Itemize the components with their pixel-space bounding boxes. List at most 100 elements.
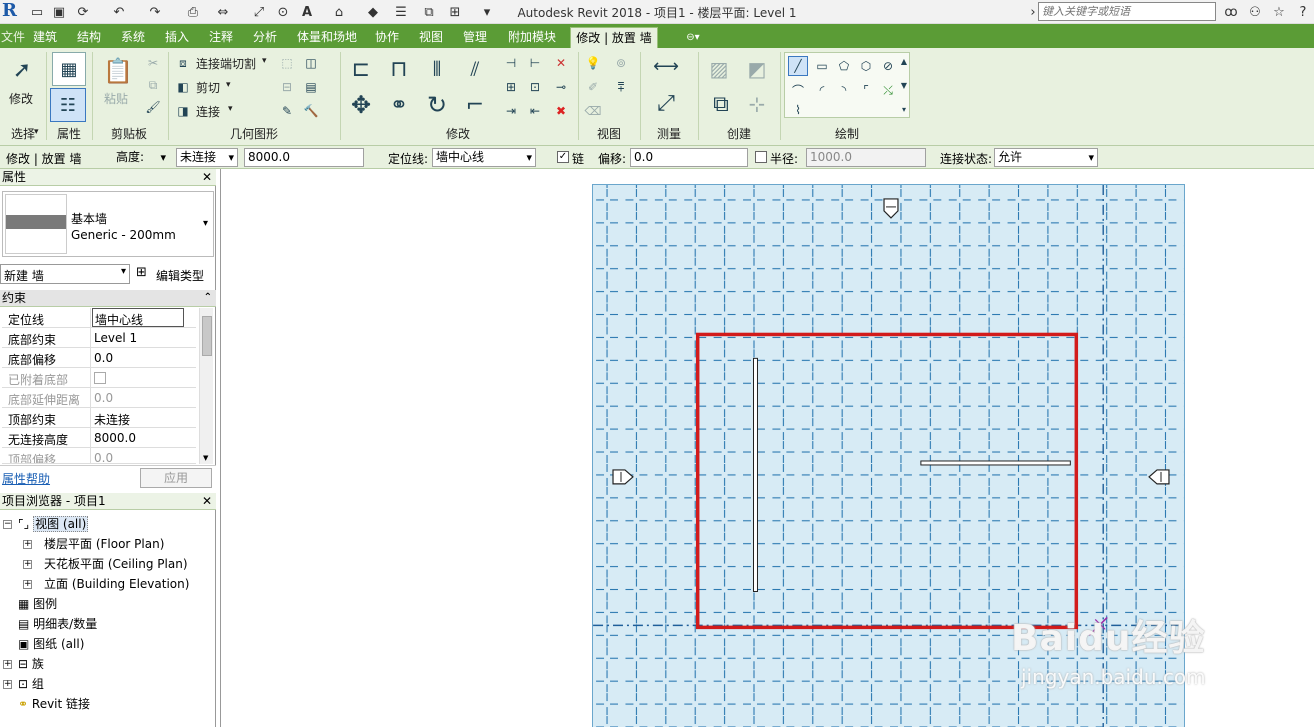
- 3d-view-icon[interactable]: ⌂: [330, 3, 348, 21]
- trim-single-icon[interactable]: ⇥: [502, 102, 520, 120]
- text-icon[interactable]: A: [298, 3, 316, 21]
- redo-icon[interactable]: ↷: [146, 3, 164, 21]
- edit-type-icon[interactable]: ⊞: [136, 265, 154, 283]
- filter-icon[interactable]: ⩱: [612, 78, 630, 96]
- revit-logo-icon[interactable]: R: [2, 0, 22, 24]
- unpin-icon[interactable]: ✕: [552, 54, 570, 72]
- properties-palette-icon[interactable]: ☷: [50, 88, 86, 122]
- tab-modify-place-wall[interactable]: 修改 | 放置 墙: [570, 27, 658, 48]
- chevron-down-icon[interactable]: ▾: [203, 218, 208, 229]
- apply-button[interactable]: 应用: [140, 468, 212, 488]
- expand-icon[interactable]: +: [23, 580, 32, 589]
- tab-annotate[interactable]: 注释: [206, 27, 236, 48]
- split-element-icon[interactable]: ⊣: [502, 54, 520, 72]
- open-icon[interactable]: ▭: [28, 3, 46, 21]
- wall-joins-icon[interactable]: ⊟: [278, 78, 296, 96]
- scrollbar-thumb[interactable]: [202, 316, 212, 356]
- tree-item-revit-links[interactable]: ⚭ Revit 链接: [18, 694, 90, 714]
- prop-row[interactable]: 顶部约束 未连接: [2, 408, 196, 428]
- pick-faces-icon[interactable]: ⌇: [788, 102, 808, 118]
- copy-element-icon[interactable]: ⚭: [384, 90, 414, 120]
- join-cut-label[interactable]: 连接端切割: [196, 55, 256, 72]
- split-gap-icon[interactable]: ⊢: [526, 54, 544, 72]
- binoculars-icon[interactable]: ꝏ: [1222, 3, 1240, 21]
- close-icon[interactable]: ✕: [202, 169, 212, 185]
- tree-item-schedules[interactable]: ▤ 明细表/数量: [18, 614, 97, 634]
- constraints-section[interactable]: 约束 ⌃: [0, 290, 216, 307]
- type-properties-icon[interactable]: ▦: [52, 52, 86, 86]
- join-cut-icon[interactable]: ⧈: [174, 54, 192, 72]
- create-assembly-icon[interactable]: ▨: [704, 54, 734, 84]
- gallery-down-icon[interactable]: ▼: [898, 78, 910, 92]
- tab-manage[interactable]: 管理: [460, 27, 490, 48]
- array-icon[interactable]: ⊞: [502, 78, 520, 96]
- offset-input[interactable]: 0.0: [630, 148, 748, 167]
- prop-value[interactable]: 未连接: [94, 411, 130, 428]
- prop-row[interactable]: 顶部偏移 0.0: [2, 448, 196, 464]
- prop-value[interactable]: 0.0: [94, 351, 113, 365]
- prop-value[interactable]: Level 1: [94, 331, 137, 345]
- pick-lines-icon[interactable]: ⤯: [878, 80, 898, 100]
- draw-circle-icon[interactable]: ⊘: [878, 56, 898, 76]
- close-icon[interactable]: ✕: [202, 493, 212, 509]
- join-geometry-icon[interactable]: ◨: [174, 102, 192, 120]
- offset-icon[interactable]: ⊓: [384, 54, 414, 84]
- wall-horizontal[interactable]: [920, 460, 1071, 466]
- prop-value-input[interactable]: 墙中心线: [92, 308, 184, 327]
- prop-value[interactable]: 0.0: [94, 451, 113, 463]
- chevron-down-icon[interactable]: ▾: [228, 104, 233, 114]
- prop-row[interactable]: 底部延伸距离 0.0: [2, 388, 196, 408]
- draw-arc-start-end-icon[interactable]: ⌒: [788, 80, 808, 100]
- split-face-icon[interactable]: ◫: [302, 54, 320, 72]
- demolish-icon[interactable]: ✎: [278, 102, 296, 120]
- measure-icon[interactable]: ⇔: [214, 3, 232, 21]
- ribbon-minimize-icon[interactable]: ⊖▾: [678, 27, 708, 48]
- tab-analyze[interactable]: 分析: [250, 27, 280, 48]
- tree-item-groups[interactable]: ⊡ 组: [18, 674, 44, 694]
- help-icon[interactable]: ?: [1294, 3, 1312, 21]
- edit-type-button[interactable]: 编辑类型: [156, 267, 204, 284]
- pin-icon[interactable]: ⊸: [552, 78, 570, 96]
- chevron-down-icon[interactable]: ▾: [226, 80, 231, 90]
- prop-value[interactable]: 8000.0: [94, 431, 136, 445]
- rotate-icon[interactable]: ↻: [422, 90, 452, 120]
- tab-collaborate[interactable]: 协作: [372, 27, 402, 48]
- prop-row[interactable]: 无连接高度 8000.0: [2, 428, 196, 448]
- top-constraint-select[interactable]: 未连接: [176, 148, 238, 167]
- paste-icon[interactable]: 📋: [103, 54, 133, 88]
- tree-item-legends[interactable]: ▦ 图例: [18, 594, 57, 614]
- tab-view[interactable]: 视图: [416, 27, 446, 48]
- prop-row[interactable]: 定位线 墙中心线: [2, 308, 196, 328]
- draw-line-icon[interactable]: ╱: [788, 56, 808, 76]
- tab-systems[interactable]: 系统: [118, 27, 148, 48]
- draw-rectangle-icon[interactable]: ▭: [812, 56, 832, 76]
- paint-icon[interactable]: ▤: [302, 78, 320, 96]
- instance-filter-select[interactable]: 新建 墙 ▾: [0, 264, 130, 284]
- gallery-up-icon[interactable]: ▲: [898, 54, 910, 68]
- save-icon[interactable]: ▣: [50, 3, 68, 21]
- prop-value[interactable]: 0.0: [94, 391, 113, 405]
- measure-distance-icon[interactable]: ⟷: [646, 56, 686, 77]
- thin-lines-icon[interactable]: ☰: [392, 3, 410, 21]
- sync-icon[interactable]: ⟳: [74, 3, 92, 21]
- height-depth-select[interactable]: 高度:: [112, 148, 170, 167]
- hide-element-icon[interactable]: 💡: [584, 54, 602, 72]
- radius-checkbox[interactable]: [755, 151, 767, 163]
- expand-icon[interactable]: +: [23, 540, 32, 549]
- draw-arc-tangent-icon[interactable]: ◝: [834, 80, 854, 100]
- drawing-canvas[interactable]: Baidu经验 jingyan.baidu.com: [220, 169, 1314, 727]
- move-icon[interactable]: ✥: [346, 90, 376, 120]
- panel-select-label[interactable]: 选择: [0, 125, 46, 143]
- tab-file[interactable]: 文件: [0, 27, 26, 48]
- hammer-icon[interactable]: 🔨: [302, 102, 320, 120]
- delete-icon[interactable]: ✖: [552, 102, 570, 120]
- draw-fillet-arc-icon[interactable]: ⌜: [856, 80, 876, 100]
- trim-multiple-icon[interactable]: ⇤: [526, 102, 544, 120]
- trim-extend-corner-icon[interactable]: ⌐: [460, 90, 490, 120]
- mirror-draw-icon[interactable]: ⫽: [460, 54, 490, 84]
- geometry-cut-label[interactable]: 剪切: [196, 79, 220, 96]
- height-value-input[interactable]: 8000.0: [244, 148, 364, 167]
- prop-checkbox[interactable]: [94, 372, 106, 384]
- search-input[interactable]: [1038, 2, 1216, 21]
- create-parts-icon[interactable]: ◩: [742, 54, 772, 84]
